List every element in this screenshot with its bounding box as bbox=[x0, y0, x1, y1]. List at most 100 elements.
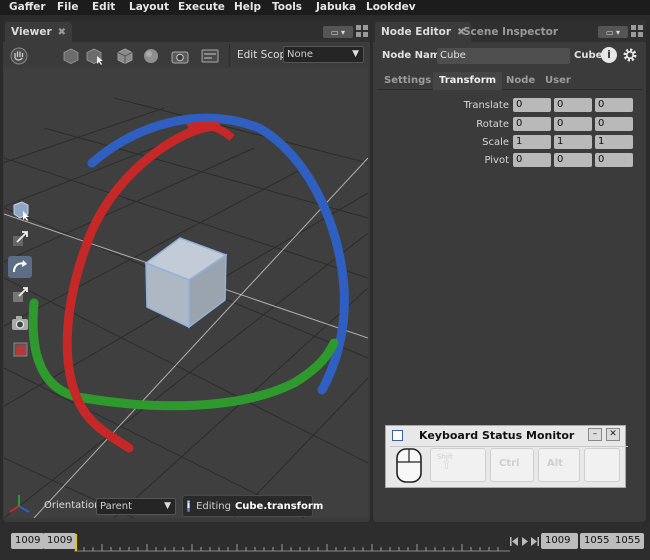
chevron-down-icon: ▼ bbox=[164, 501, 171, 511]
select-tool-icon bbox=[13, 201, 29, 221]
start-frame-outer-field[interactable]: 1009 bbox=[11, 533, 45, 549]
translate-y-field[interactable]: 0 bbox=[554, 98, 592, 112]
rotate-y-field[interactable]: 0 bbox=[554, 117, 592, 131]
rotate-label: Rotate bbox=[476, 119, 509, 130]
edit-scope-value: None bbox=[287, 49, 314, 60]
subtab-user[interactable]: User bbox=[545, 75, 571, 86]
playback-controls bbox=[510, 537, 539, 546]
start-frame-field[interactable]: 1009 bbox=[43, 533, 77, 549]
menu-help[interactable]: Help bbox=[234, 1, 261, 13]
crop-window-icon bbox=[13, 342, 28, 357]
scale-y-field[interactable]: 1 bbox=[554, 135, 592, 149]
menu-gaffer[interactable]: Gaffer bbox=[9, 1, 46, 13]
end-frame-field[interactable]: 1055 bbox=[580, 533, 614, 549]
node-name-field[interactable]: Cube bbox=[437, 48, 570, 64]
crop-window-tool-button[interactable] bbox=[8, 338, 32, 360]
subtab-bar: Settings Transform Node User bbox=[377, 72, 642, 90]
menu-file[interactable]: File bbox=[57, 1, 79, 13]
chevron-down-icon: ▼ bbox=[352, 49, 359, 59]
node-type-label: Cube bbox=[574, 50, 603, 61]
object-icon[interactable] bbox=[63, 48, 79, 64]
translate-tool-icon bbox=[13, 231, 28, 246]
scale-x-field[interactable]: 1 bbox=[513, 135, 551, 149]
close-icon[interactable]: ✖ bbox=[58, 27, 66, 38]
camera-tool-icon bbox=[12, 316, 28, 330]
display-icon[interactable] bbox=[201, 49, 219, 63]
subtab-transform[interactable]: Transform bbox=[433, 72, 503, 90]
menu-edit[interactable]: Edit bbox=[92, 1, 115, 13]
orientation-value: Parent bbox=[100, 501, 133, 512]
super-key-indicator bbox=[584, 448, 620, 482]
translate-tool-button[interactable] bbox=[8, 228, 32, 250]
pivot-y-field[interactable]: 0 bbox=[554, 153, 592, 167]
playhead[interactable] bbox=[75, 534, 77, 551]
timeline: 1009 1009 1009 1055 1055 bbox=[0, 523, 650, 560]
ctrl-key-indicator: Ctrl bbox=[490, 448, 534, 482]
selection-mask-icon[interactable] bbox=[86, 48, 103, 65]
mouse-icon bbox=[396, 448, 422, 483]
ctrl-key-label: Ctrl bbox=[499, 458, 520, 469]
viewer-tabbar: Viewer ✖ ▭ ▾ bbox=[3, 20, 370, 42]
rotate-x-field[interactable]: 0 bbox=[513, 117, 551, 131]
shift-key-indicator: Shift ⇧ bbox=[430, 448, 486, 482]
camera-tool-button[interactable] bbox=[8, 312, 32, 334]
menu-lookdev[interactable]: Lookdev bbox=[366, 1, 416, 13]
panel-layout-icon[interactable] bbox=[631, 25, 643, 37]
camera-icon[interactable] bbox=[171, 51, 189, 64]
tab-viewer[interactable]: Viewer ✖ bbox=[5, 22, 73, 42]
menu-execute[interactable]: Execute bbox=[178, 1, 225, 13]
hand-icon[interactable] bbox=[10, 47, 28, 65]
subtab-node[interactable]: Node bbox=[506, 75, 535, 86]
orientation-dropdown[interactable]: Parent ▼ bbox=[96, 498, 176, 515]
alt-key-indicator: Alt bbox=[538, 448, 580, 482]
scale-z-field[interactable]: 1 bbox=[595, 135, 633, 149]
sphere-icon[interactable] bbox=[144, 49, 158, 63]
translate-z-field[interactable]: 0 bbox=[595, 98, 633, 112]
close-button[interactable]: ✕ bbox=[606, 428, 620, 441]
toolbar-divider bbox=[229, 44, 230, 66]
end-frame-outer-field[interactable]: 1055 bbox=[611, 533, 645, 549]
menu-bar: Gaffer File Edit Layout Execute Help Too… bbox=[0, 0, 650, 15]
scale-label: Scale bbox=[482, 137, 509, 148]
keyboard-monitor-title: Keyboard Status Monitor bbox=[419, 429, 575, 442]
scale-tool-button[interactable] bbox=[8, 284, 32, 306]
current-frame-field[interactable]: 1009 bbox=[541, 533, 578, 549]
translate-label: Translate bbox=[463, 100, 509, 111]
editing-prefix: Editing bbox=[196, 500, 231, 512]
editing-status: i Editing Cube.transform bbox=[182, 495, 323, 517]
orientation-label: Orientation bbox=[44, 500, 101, 511]
translate-x-field[interactable]: 0 bbox=[513, 98, 551, 112]
pivot-label: Pivot bbox=[484, 155, 509, 166]
menu-layout[interactable]: Layout bbox=[129, 1, 169, 13]
viewport[interactable]: Orientation Parent ▼ i Editing Cube.tran… bbox=[4, 68, 368, 518]
jump-start-icon[interactable] bbox=[510, 537, 518, 546]
cube-object[interactable] bbox=[144, 237, 228, 329]
pivot-z-field[interactable]: 0 bbox=[595, 153, 633, 167]
play-icon[interactable] bbox=[522, 537, 528, 546]
frame-ruler[interactable] bbox=[74, 531, 510, 553]
shading-mode-icon[interactable] bbox=[117, 48, 133, 64]
info-icon[interactable]: i bbox=[601, 47, 617, 63]
menu-jabuka[interactable]: Jabuka bbox=[316, 1, 356, 13]
edit-scope-dropdown[interactable]: None ▼ bbox=[283, 46, 364, 63]
editing-target: Cube.transform bbox=[234, 500, 324, 512]
subtab-settings[interactable]: Settings bbox=[384, 75, 431, 86]
rotate-z-field[interactable]: 0 bbox=[595, 117, 633, 131]
panel-layout-icon[interactable] bbox=[356, 25, 368, 37]
shift-arrow-icon: ⇧ bbox=[441, 458, 452, 473]
tab-scene-inspector[interactable]: Scene Inspector bbox=[457, 22, 564, 42]
pivot-x-field[interactable]: 0 bbox=[513, 153, 551, 167]
layout-menu-button[interactable]: ▭ ▾ bbox=[323, 26, 353, 38]
menu-tools[interactable]: Tools bbox=[272, 1, 302, 13]
layout-menu-button[interactable]: ▭ ▾ bbox=[598, 26, 628, 38]
tab-scene-inspector-label: Scene Inspector bbox=[463, 26, 559, 38]
tab-viewer-label: Viewer bbox=[11, 26, 52, 38]
jump-end-icon[interactable] bbox=[531, 537, 539, 546]
rotate-tool-button[interactable] bbox=[8, 256, 32, 278]
gear-icon[interactable] bbox=[622, 47, 638, 63]
node-editor-tabbar: Node Editor ✖ Scene Inspector ▭ ▾ bbox=[373, 20, 646, 42]
minimize-button[interactable]: – bbox=[588, 428, 602, 441]
info-icon: i bbox=[187, 500, 191, 512]
select-tool-button[interactable] bbox=[8, 200, 32, 222]
z-axis-line bbox=[33, 157, 368, 518]
